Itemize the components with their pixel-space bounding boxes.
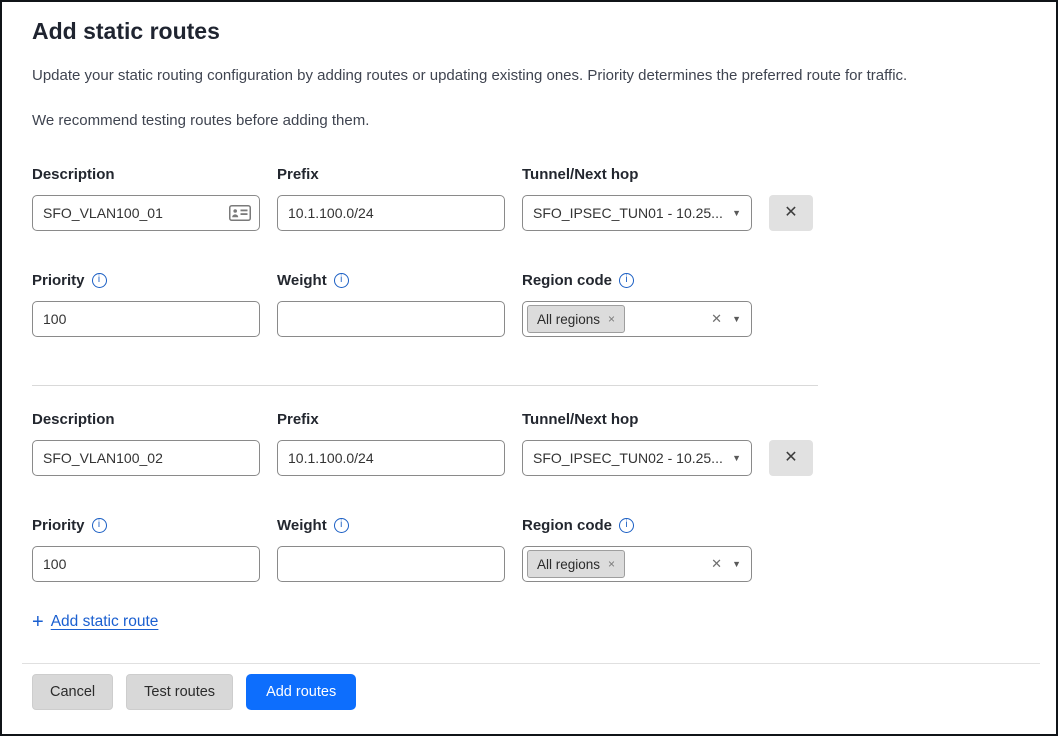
autofill-contact-icon <box>229 205 251 221</box>
info-icon[interactable]: i <box>92 518 107 533</box>
info-icon[interactable]: i <box>92 273 107 288</box>
priority-label: Priority i <box>32 516 260 534</box>
prefix-label: Prefix <box>277 165 505 183</box>
tunnel-label: Tunnel/Next hop <box>522 410 752 428</box>
description-label-text: Description <box>32 411 115 428</box>
close-icon: ✕ <box>784 205 797 221</box>
tunnel-select-value: SFO_IPSEC_TUN01 - 10.25... <box>533 205 722 221</box>
tunnel-select-value: SFO_IPSEC_TUN02 - 10.25... <box>533 450 722 466</box>
route-1-row-top: Description <box>32 165 1026 231</box>
note-text: We recommend testing routes before addin… <box>32 112 1026 129</box>
description-input-wrap <box>32 195 260 231</box>
tunnel-select-1[interactable]: SFO_IPSEC_TUN01 - 10.25... ▼ <box>522 195 752 231</box>
info-icon[interactable]: i <box>334 518 349 533</box>
route-group-1: Description <box>32 165 1026 337</box>
clear-selection-icon[interactable]: ✕ <box>711 556 722 572</box>
remove-route-1-button[interactable]: ✕ <box>769 195 813 231</box>
chevron-down-icon: ▼ <box>732 208 741 218</box>
page-title: Add static routes <box>32 18 1026 45</box>
info-icon[interactable]: i <box>619 273 634 288</box>
prefix-input-2[interactable] <box>277 440 505 476</box>
weight-label-text: Weight <box>277 272 327 289</box>
region-label: Region code i <box>522 271 752 289</box>
chip-remove-icon[interactable]: × <box>608 557 615 571</box>
description-input-2[interactable] <box>32 440 260 476</box>
remove-route-2-button[interactable]: ✕ <box>769 440 813 476</box>
description-input-1[interactable] <box>32 195 260 231</box>
prefix-label-text: Prefix <box>277 166 319 183</box>
add-static-routes-dialog: Add static routes Update your static rou… <box>0 0 1058 736</box>
field-prefix-1: Prefix <box>277 165 505 231</box>
weight-label: Weight i <box>277 271 505 289</box>
chevron-down-icon: ▼ <box>732 559 741 569</box>
test-routes-button[interactable]: Test routes <box>126 674 233 710</box>
weight-label: Weight i <box>277 516 505 534</box>
priority-label-text: Priority <box>32 517 85 534</box>
field-priority-1: Priority i <box>32 271 260 337</box>
description-label: Description <box>32 410 260 428</box>
add-routes-button[interactable]: Add routes <box>246 674 356 710</box>
prefix-label-text: Prefix <box>277 411 319 428</box>
field-weight-1: Weight i <box>277 271 505 337</box>
priority-input-1[interactable] <box>32 301 260 337</box>
region-chip-label: All regions <box>537 557 600 572</box>
cancel-button[interactable]: Cancel <box>32 674 113 710</box>
footer-actions: Cancel Test routes Add routes <box>32 674 356 710</box>
region-chip: All regions × <box>527 550 625 578</box>
field-tunnel-2: Tunnel/Next hop SFO_IPSEC_TUN02 - 10.25.… <box>522 410 752 476</box>
route-2-row-top: Description Prefix Tunnel/Next hop SFO <box>32 410 1026 476</box>
prefix-label: Prefix <box>277 410 505 428</box>
weight-label-text: Weight <box>277 517 327 534</box>
footer-divider <box>22 663 1040 664</box>
field-tunnel-1: Tunnel/Next hop SFO_IPSEC_TUN01 - 10.25.… <box>522 165 752 231</box>
field-description-2: Description <box>32 410 260 476</box>
weight-input-2[interactable] <box>277 546 505 582</box>
route-1-row-bottom: Priority i Weight i Region code i <box>32 271 1026 337</box>
plus-icon: + <box>32 612 44 632</box>
tunnel-label-text: Tunnel/Next hop <box>522 166 638 183</box>
close-icon: ✕ <box>784 450 797 466</box>
region-chip: All regions × <box>527 305 625 333</box>
clear-selection-icon[interactable]: ✕ <box>711 311 722 327</box>
weight-input-1[interactable] <box>277 301 505 337</box>
region-label: Region code i <box>522 516 752 534</box>
chevron-down-icon: ▼ <box>732 453 741 463</box>
field-region-2: Region code i All regions × ✕ ▼ <box>522 516 752 582</box>
route-divider <box>32 385 818 386</box>
description-label-text: Description <box>32 166 115 183</box>
region-multiselect-2[interactable]: All regions × ✕ ▼ <box>522 546 752 582</box>
add-static-route-link[interactable]: + Add static route <box>32 612 158 632</box>
field-region-1: Region code i All regions × ✕ ▼ <box>522 271 752 337</box>
tunnel-select-2[interactable]: SFO_IPSEC_TUN02 - 10.25... ▼ <box>522 440 752 476</box>
add-static-route-label: Add static route <box>51 613 159 631</box>
field-priority-2: Priority i <box>32 516 260 582</box>
route-2-row-bottom: Priority i Weight i Region code i <box>32 516 1026 582</box>
field-weight-2: Weight i <box>277 516 505 582</box>
dialog-content: Add static routes Update your static rou… <box>2 2 1056 633</box>
region-label-text: Region code <box>522 517 612 534</box>
priority-input-2[interactable] <box>32 546 260 582</box>
tunnel-label-text: Tunnel/Next hop <box>522 411 638 428</box>
priority-label-text: Priority <box>32 272 85 289</box>
region-label-text: Region code <box>522 272 612 289</box>
route-group-2: Description Prefix Tunnel/Next hop SFO <box>32 410 1026 582</box>
prefix-input-1[interactable] <box>277 195 505 231</box>
field-prefix-2: Prefix <box>277 410 505 476</box>
region-multiselect-1[interactable]: All regions × ✕ ▼ <box>522 301 752 337</box>
field-description-1: Description <box>32 165 260 231</box>
chevron-down-icon: ▼ <box>732 314 741 324</box>
description-label: Description <box>32 165 260 183</box>
priority-label: Priority i <box>32 271 260 289</box>
info-icon[interactable]: i <box>619 518 634 533</box>
chip-remove-icon[interactable]: × <box>608 312 615 326</box>
info-icon[interactable]: i <box>334 273 349 288</box>
region-chip-label: All regions <box>537 312 600 327</box>
intro-text: Update your static routing configuration… <box>32 67 1026 84</box>
tunnel-label: Tunnel/Next hop <box>522 165 752 183</box>
